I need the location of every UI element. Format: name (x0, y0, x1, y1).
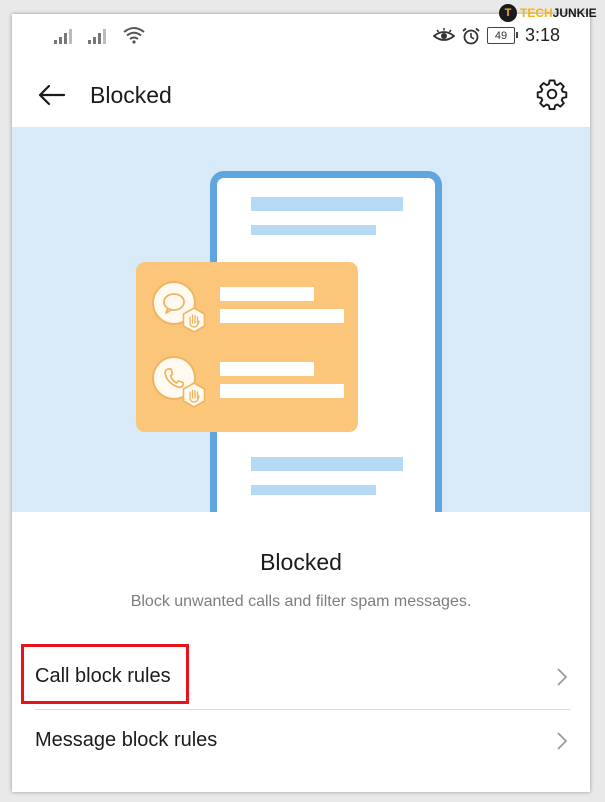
placeholder-line (220, 384, 344, 398)
cell-signal-icon (54, 29, 72, 44)
status-indicators: 49 3:18 (432, 25, 560, 46)
battery-indicator: 49 (486, 27, 518, 44)
highlight-box (21, 644, 189, 704)
message-block-rules-item[interactable]: Message block rules (12, 710, 590, 772)
chevron-right-icon (557, 668, 567, 686)
watermark-logo-icon: T (499, 4, 517, 22)
section-heading: Blocked (260, 549, 342, 575)
chevron-right-icon (557, 732, 567, 750)
placeholder-line (220, 287, 314, 301)
app-bar: Blocked (12, 70, 590, 120)
alarm-clock-icon (462, 27, 480, 44)
placeholder-bar (251, 197, 403, 211)
eye-comfort-icon (432, 27, 455, 41)
section-description: Block unwanted calls and filter spam mes… (130, 593, 472, 610)
signal-group (54, 26, 146, 44)
blocked-illustration (12, 127, 590, 512)
phone-screen: 49 3:18 Blocked Blocked Block unwanted c… (12, 14, 590, 792)
clock-time: 3:18 (524, 25, 560, 45)
gear-icon[interactable] (536, 78, 568, 110)
placeholder-line (220, 309, 344, 323)
block-hand-icon (182, 307, 206, 333)
watermark-text-tech: TECH (520, 6, 553, 20)
placeholder-line (220, 362, 314, 376)
placeholder-bar (251, 485, 376, 495)
placeholder-bar (251, 225, 376, 235)
list-item-label: Message block rules (35, 729, 218, 751)
back-arrow-icon[interactable] (34, 78, 68, 112)
techjunkie-watermark: T TECH JUNKIE (499, 2, 597, 24)
block-hand-icon (182, 382, 206, 408)
blocked-card-illustration (136, 262, 358, 432)
page-title: Blocked (90, 82, 172, 108)
watermark-text-junkie: JUNKIE (552, 6, 597, 20)
cell-signal-icon (88, 29, 106, 44)
wifi-icon (123, 27, 145, 44)
placeholder-bar (251, 457, 403, 471)
